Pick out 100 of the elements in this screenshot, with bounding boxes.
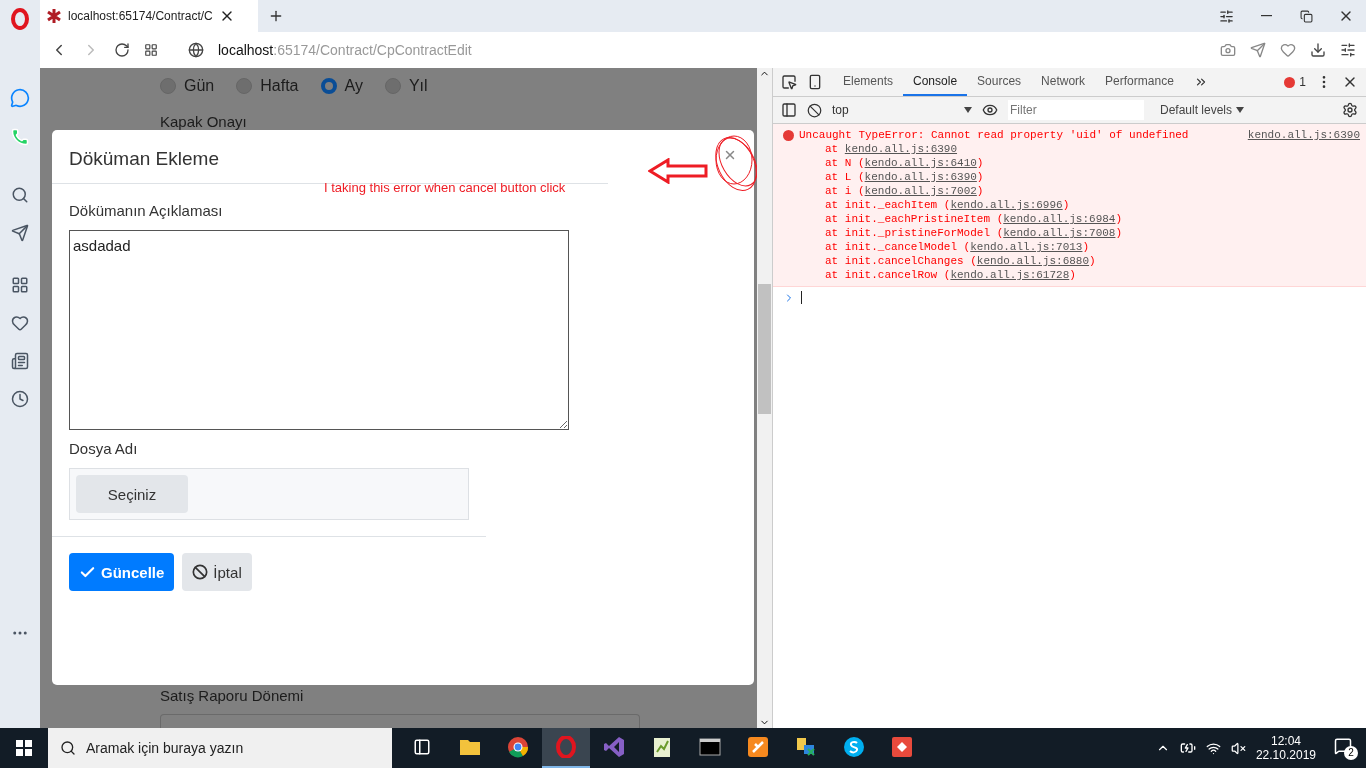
reload-icon[interactable] bbox=[114, 42, 130, 58]
modal-title: Döküman Ekleme bbox=[69, 147, 219, 171]
sourcetree-icon bbox=[747, 736, 769, 758]
settings-icon[interactable] bbox=[1340, 42, 1356, 58]
input-field[interactable] bbox=[160, 714, 640, 728]
asterisk-icon bbox=[46, 8, 62, 24]
source-link[interactable]: kendo.all.js:6390 bbox=[864, 171, 977, 183]
update-button[interactable]: Güncelle bbox=[69, 553, 175, 591]
source-link[interactable]: kendo.all.js:7013 bbox=[970, 241, 1083, 253]
source-link[interactable]: kendo.all.js:6410 bbox=[864, 157, 977, 169]
battery-icon[interactable] bbox=[1179, 740, 1196, 756]
scrollbar[interactable] bbox=[757, 68, 772, 728]
taskbar-search-field[interactable]: Aramak için buraya yazın bbox=[48, 728, 392, 768]
minimize-icon bbox=[1260, 15, 1272, 17]
filter-field[interactable]: Filter bbox=[1008, 100, 1144, 120]
stack-frame: at init._eachItem (kendo.all.js:6996) bbox=[783, 198, 1360, 212]
source-link[interactable]: kendo.all.js:6984 bbox=[1003, 213, 1116, 225]
radio-button[interactable] bbox=[160, 78, 176, 94]
radio-label: Hafta bbox=[260, 77, 299, 95]
close-button[interactable] bbox=[723, 148, 737, 162]
close-icon bbox=[723, 148, 737, 162]
source-link[interactable]: kendo.all.js:61728 bbox=[950, 269, 1070, 281]
scrollbar-thumb[interactable] bbox=[758, 284, 771, 414]
browser-tab[interactable]: localhost:65174/Contract/C bbox=[40, 0, 258, 32]
clock[interactable]: 12:04 22.10.2019 bbox=[1255, 734, 1316, 762]
globe-icon bbox=[188, 42, 204, 58]
volume-icon[interactable] bbox=[1230, 740, 1246, 756]
sliders-icon bbox=[1218, 8, 1234, 24]
choose-file-button[interactable]: Seçiniz bbox=[76, 475, 188, 513]
wifi-icon[interactable] bbox=[1205, 740, 1221, 756]
stack-frame: at L (kendo.all.js:6390) bbox=[783, 170, 1360, 184]
source-link[interactable]: kendo.all.js:6390 bbox=[844, 143, 958, 155]
heart-icon[interactable] bbox=[1280, 42, 1296, 58]
radio-button[interactable] bbox=[384, 78, 401, 94]
section-label: Satış Raporu Dönemi bbox=[160, 687, 305, 704]
source-link[interactable]: kendo.all.js:7008 bbox=[1003, 227, 1116, 239]
terminal-icon bbox=[699, 736, 721, 758]
dropdown-icon bbox=[964, 107, 972, 113]
sidebar-icon[interactable] bbox=[781, 102, 797, 118]
devtools-tab[interactable]: Performance bbox=[1095, 68, 1184, 96]
address-field[interactable]: localhost:65174/Contract/CpContractEdit bbox=[218, 42, 1206, 58]
stack-frame: at init.cancelChanges (kendo.all.js:6880) bbox=[783, 254, 1360, 268]
search-icon bbox=[60, 740, 76, 756]
radio-button[interactable] bbox=[236, 78, 253, 94]
search-icon[interactable] bbox=[11, 186, 29, 204]
devtools-tab[interactable]: Elements bbox=[833, 68, 904, 96]
error-icon bbox=[1284, 76, 1296, 88]
tab-title: localhost:65174/Contract/C bbox=[68, 9, 213, 23]
chrome-icon bbox=[507, 736, 529, 758]
stack-frame: at init._cancelModel (kendo.all.js:7013) bbox=[783, 240, 1360, 254]
field-label: Dosya Adı bbox=[69, 440, 138, 457]
inspect-icon[interactable] bbox=[781, 74, 797, 90]
error-icon bbox=[783, 129, 794, 141]
source-link[interactable]: kendo.all.js:6880 bbox=[976, 255, 1090, 267]
opera-icon bbox=[555, 736, 577, 758]
clear-icon[interactable] bbox=[807, 102, 822, 118]
devtools-tab[interactable]: Sources bbox=[967, 68, 1032, 96]
arrow-drawing bbox=[648, 158, 710, 184]
skype-icon bbox=[843, 736, 865, 758]
radio-button[interactable] bbox=[320, 78, 337, 94]
radio-label: Gün bbox=[184, 77, 215, 95]
download-icon[interactable] bbox=[1310, 42, 1326, 58]
stack-frame: at N (kendo.all.js:6410) bbox=[783, 156, 1360, 170]
plus-icon bbox=[268, 8, 284, 24]
error-count: 1 bbox=[1299, 75, 1306, 89]
news-icon[interactable] bbox=[11, 352, 29, 370]
context-dropdown[interactable]: top bbox=[832, 103, 972, 117]
send-icon[interactable] bbox=[11, 224, 29, 242]
description-field[interactable]: asdadad bbox=[69, 230, 569, 430]
speed-dial-icon[interactable] bbox=[11, 276, 29, 294]
heart-icon[interactable] bbox=[11, 314, 29, 332]
opera-logo-icon[interactable] bbox=[10, 8, 30, 30]
settings-icon[interactable] bbox=[1342, 102, 1358, 118]
field-label: Dökümanın Açıklaması bbox=[69, 202, 223, 219]
eye-icon[interactable] bbox=[982, 102, 998, 118]
history-icon[interactable] bbox=[11, 390, 29, 408]
tabs-grid-icon[interactable] bbox=[144, 43, 158, 57]
messenger-icon[interactable] bbox=[10, 88, 30, 108]
git-icon bbox=[891, 736, 913, 758]
camera-icon[interactable] bbox=[1220, 42, 1236, 58]
annotation-text: I taking this error when cancel button click bbox=[324, 180, 566, 195]
cancel-button[interactable]: İptal bbox=[182, 553, 252, 591]
stack-frame: at kendo.all.js:6390 bbox=[783, 142, 1360, 156]
dropdown-icon bbox=[1236, 107, 1245, 113]
restore-icon bbox=[1299, 9, 1313, 23]
levels-dropdown[interactable]: Default levels bbox=[1154, 102, 1251, 118]
notepad-icon bbox=[651, 736, 673, 758]
source-link[interactable]: kendo.all.js:6390 bbox=[1247, 128, 1360, 142]
stack-frame: at init._pristineForModel (kendo.all.js:7008) bbox=[783, 226, 1360, 240]
error-text: Uncaught TypeError: Cannot read property 'uid' of undefined bbox=[799, 128, 1189, 142]
devtools-tab[interactable]: Network bbox=[1031, 68, 1096, 96]
device-icon[interactable] bbox=[807, 74, 823, 90]
source-link[interactable]: kendo.all.js:7002 bbox=[864, 185, 977, 197]
source-link[interactable]: kendo.all.js:6996 bbox=[950, 199, 1063, 211]
stack-frame: at i (kendo.all.js:7002) bbox=[783, 184, 1360, 198]
notification-button[interactable]: 2 bbox=[1334, 736, 1358, 760]
radio-label: Ay bbox=[344, 77, 363, 95]
send-icon[interactable] bbox=[1250, 42, 1266, 58]
stack-frame: at init.cancelRow (kendo.all.js:61728) bbox=[783, 268, 1360, 282]
stack-frame: at init._eachPristineItem (kendo.all.js:6984) bbox=[783, 212, 1360, 226]
